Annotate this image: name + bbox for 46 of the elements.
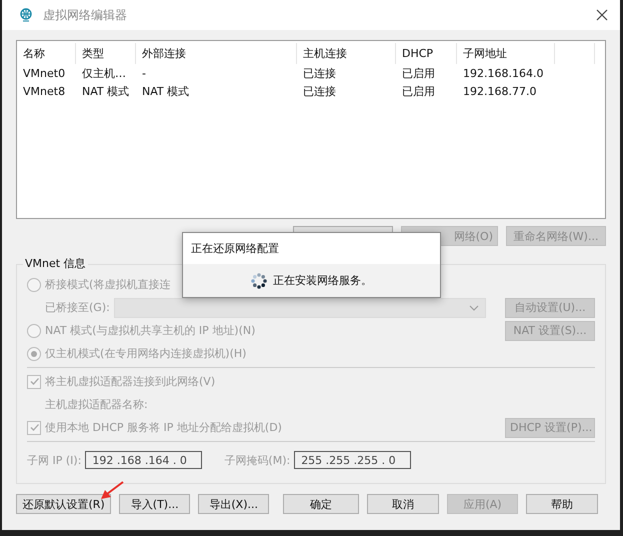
radio-label: 仅主机模式(在专用网络内连接虚拟机)(H) [45,346,246,361]
window-title: 虚拟网络编辑器 [43,6,128,24]
checkmark-icon [28,376,40,387]
table-cell-text: 已启用 [401,66,436,80]
table-cell-text: 仅主机… [81,66,127,80]
table-cell-text: 已启用 [401,84,436,98]
dialog-button[interactable]: 导出(X)... [198,494,270,514]
table-cell-text: VMnet8 [22,84,66,98]
checkmark-icon [28,422,40,433]
subnet-ip-field[interactable]: 192 .168 .164 . 0 [85,451,202,469]
progress-dialog-title: 正在还原网络配置 [191,241,279,256]
radio-label: 桥接模式(将虚拟机直接连 [45,277,170,292]
table-cell-text: 已连接 [302,84,337,98]
dialog-button[interactable]: 还原默认设置(R) [16,494,112,514]
subnet-mask-field[interactable]: 255 .255 .255 . 0 [294,451,412,469]
spinner-icon [251,272,267,288]
column-header[interactable]: 主机连接 [297,43,396,64]
dialog-button[interactable]: 帮助 [526,494,598,514]
subnet-mask-label: 子网掩码(M): [224,452,290,468]
table-cell-text: NAT 模式 [81,84,130,98]
column-header[interactable]: 外部连接 [136,43,297,64]
globe-icon [19,8,33,22]
dialog-button[interactable]: 确定 [283,494,360,514]
table-cell-text: 已连接 [302,66,337,80]
progress-message: 正在安装网络服务。 [273,273,372,288]
checkbox-label: 使用本地 DHCP 服务将 IP 地址分配给虚拟机(D) [45,420,283,435]
adapter-name-label: 主机虚拟适配器名称: [45,397,148,412]
table-cell-text: 192.168.77.0 [462,84,538,98]
close-icon[interactable] [596,9,608,21]
group-title: VMnet 信息 [23,256,88,271]
column-header[interactable]: 类型 [76,43,136,64]
column-header[interactable]: 子网地址 [457,43,555,64]
chevron-down-icon [468,304,479,310]
table-cell-text: NAT 模式 [141,84,190,98]
dialog-button[interactable]: 取消 [367,494,440,514]
checkbox-label: 将主机虚拟适配器连接到此网络(V) [45,374,216,389]
bridged-to-label: 已桥接至(G): [45,300,110,315]
column-header[interactable]: DHCP [396,43,457,64]
dialog-button[interactable]: 导入(T)... [119,494,190,514]
arrow-drawing [99,481,125,501]
column-header[interactable]: 名称 [17,43,76,64]
table-cell-text: VMnet0 [22,66,66,80]
radio-label: NAT 模式(与虚拟机共享主机的 IP 地址)(N) [45,323,256,338]
subnet-ip-label: 子网 IP (I): [27,452,82,468]
table-cell-text: - [141,66,147,80]
table-cell-text: 192.168.164.0 [462,66,544,80]
